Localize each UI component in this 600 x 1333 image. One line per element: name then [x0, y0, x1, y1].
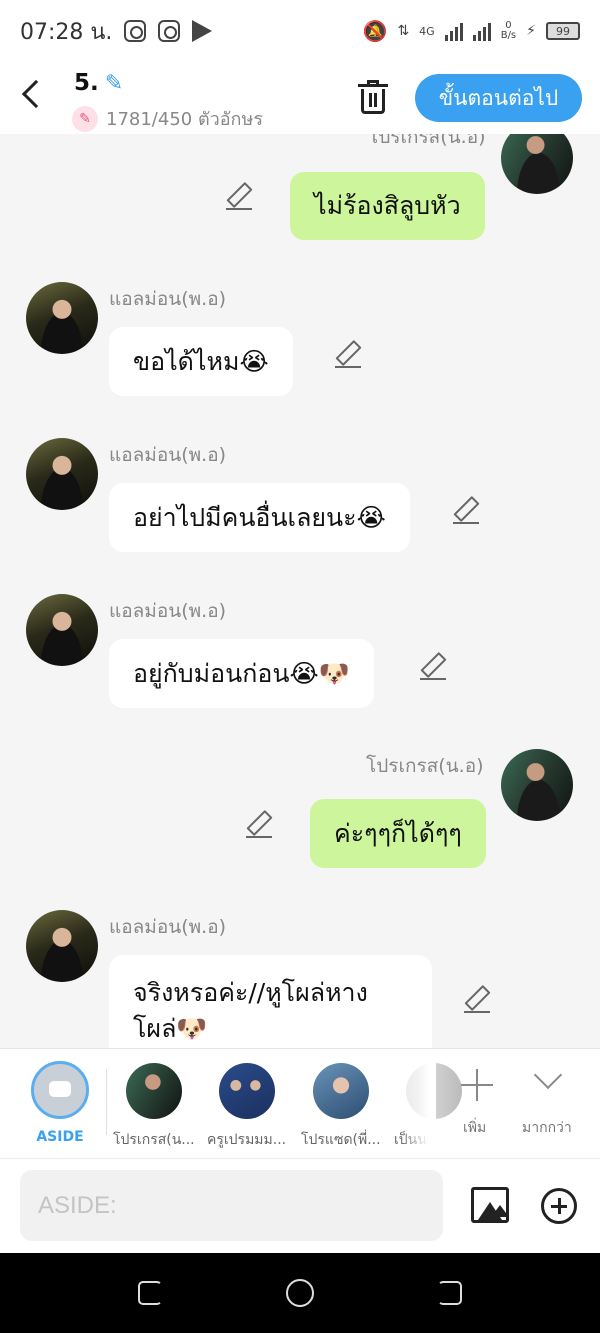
avatar[interactable] — [501, 749, 573, 821]
avatar[interactable] — [501, 134, 573, 194]
composer — [0, 1158, 600, 1253]
image-icon[interactable] — [471, 1187, 509, 1223]
message-bubble[interactable]: อยู่กับม่อนก่อน😭🐶 — [109, 639, 374, 708]
edit-message-icon[interactable] — [226, 184, 252, 210]
next-step-button[interactable]: ขั้นตอนต่อไป — [415, 74, 582, 122]
bell-off-icon: 🔕 — [362, 19, 388, 43]
aside-label: ASIDE — [36, 1129, 84, 1145]
character-name: โปรแซด(พี่... — [301, 1132, 381, 1148]
divider — [106, 1069, 107, 1135]
instagram-icon — [124, 20, 147, 42]
message-bubble[interactable]: อย่าไปมีคนอื่นเลยนะ😭 — [109, 483, 410, 552]
character-avatar[interactable] — [313, 1063, 369, 1119]
add-circle-icon[interactable] — [541, 1188, 577, 1224]
edit-message-icon[interactable] — [453, 498, 479, 524]
aside-input[interactable] — [20, 1170, 443, 1241]
character-avatar[interactable] — [219, 1063, 275, 1119]
speaker-name: แอลม่อน(พ.อ) — [109, 444, 227, 466]
signal-icon — [444, 21, 463, 41]
pen-badge-icon: ✎ — [72, 105, 98, 132]
chevron-down-icon[interactable] — [533, 1060, 563, 1090]
delete-icon[interactable] — [358, 80, 388, 114]
message-bubble[interactable]: ไม่ร้องสิลูบหัว — [290, 172, 485, 240]
message-bubble[interactable]: จริงหรอค่ะ//หูโผล่หางโผล่🐶 — [109, 955, 432, 1048]
scroll-fade — [400, 1049, 436, 1159]
aside-icon[interactable] — [31, 1061, 89, 1119]
avatar[interactable] — [26, 594, 98, 666]
speaker-name: แอลม่อน(พ.อ) — [109, 600, 227, 622]
speaker-name: โปรเกรส(น.อ) — [368, 134, 486, 148]
chat-area[interactable]: โปรเกรส(น.อ) ไม่ร้องสิลูบหัว แอลม่อน(พ.อ… — [0, 134, 600, 1048]
charging-icon: ⚡ — [526, 23, 536, 39]
home-icon[interactable] — [286, 1279, 314, 1307]
net-speed: 0 B/s — [500, 20, 517, 41]
editor-header: 5. ✎ ✎ 1781/450 ตัวอักษร ขั้นตอนต่อไป — [0, 62, 600, 134]
message-bubble[interactable]: ค่ะๆๆก็ได้ๆๆ — [310, 799, 486, 868]
character-name: โปรเกรส(น... — [113, 1132, 195, 1148]
more-label[interactable]: มากกว่า — [522, 1117, 572, 1139]
status-app-icons — [124, 20, 213, 42]
chapter-title[interactable]: 5. ✎ — [74, 70, 123, 96]
add-label[interactable]: เพิ่ม — [463, 1117, 486, 1139]
character-name: ครูเปรมมม... — [207, 1132, 287, 1148]
edit-message-icon[interactable] — [420, 654, 446, 680]
system-nav-bar — [0, 1253, 600, 1333]
avatar[interactable] — [26, 438, 98, 510]
network-type: 4G — [419, 24, 435, 38]
signal-icon — [472, 21, 491, 41]
edit-title-icon[interactable]: ✎ — [105, 71, 123, 96]
speaker-name: โปรเกรส(น.อ) — [366, 755, 484, 777]
status-bar: 07:28 น. 🔕 ⇅ 4G 0 B/s ⚡ 99 — [0, 0, 600, 62]
status-indicators: 🔕 ⇅ 4G 0 B/s ⚡ 99 — [363, 19, 580, 43]
speaker-name: แอลม่อน(พ.อ) — [109, 288, 227, 310]
speaker-name: แอลม่อน(พ.อ) — [109, 916, 227, 938]
battery-icon: 99 — [546, 22, 580, 40]
back-nav-icon[interactable] — [438, 1281, 462, 1305]
recent-apps-icon[interactable] — [138, 1281, 162, 1305]
character-avatar[interactable] — [126, 1063, 182, 1119]
message-bubble[interactable]: ขอได้ไหม😭 — [109, 327, 293, 396]
character-selector: ASIDE โปรเกรส(น... ครูเปรมมม... โปรแซด(พ… — [0, 1048, 600, 1159]
back-icon[interactable] — [21, 79, 51, 109]
data-arrows-icon: ⇅ — [397, 23, 410, 39]
avatar[interactable] — [26, 282, 98, 354]
edit-message-icon[interactable] — [246, 812, 272, 838]
play-store-icon — [192, 20, 213, 42]
add-character-icon[interactable] — [461, 1069, 493, 1101]
status-time: 07:28 น. — [20, 19, 113, 45]
avatar[interactable] — [26, 910, 98, 982]
edit-message-icon[interactable] — [464, 987, 490, 1013]
character-counter: ✎ 1781/450 ตัวอักษร — [72, 104, 263, 133]
instagram-icon — [158, 20, 181, 42]
edit-message-icon[interactable] — [335, 342, 361, 368]
